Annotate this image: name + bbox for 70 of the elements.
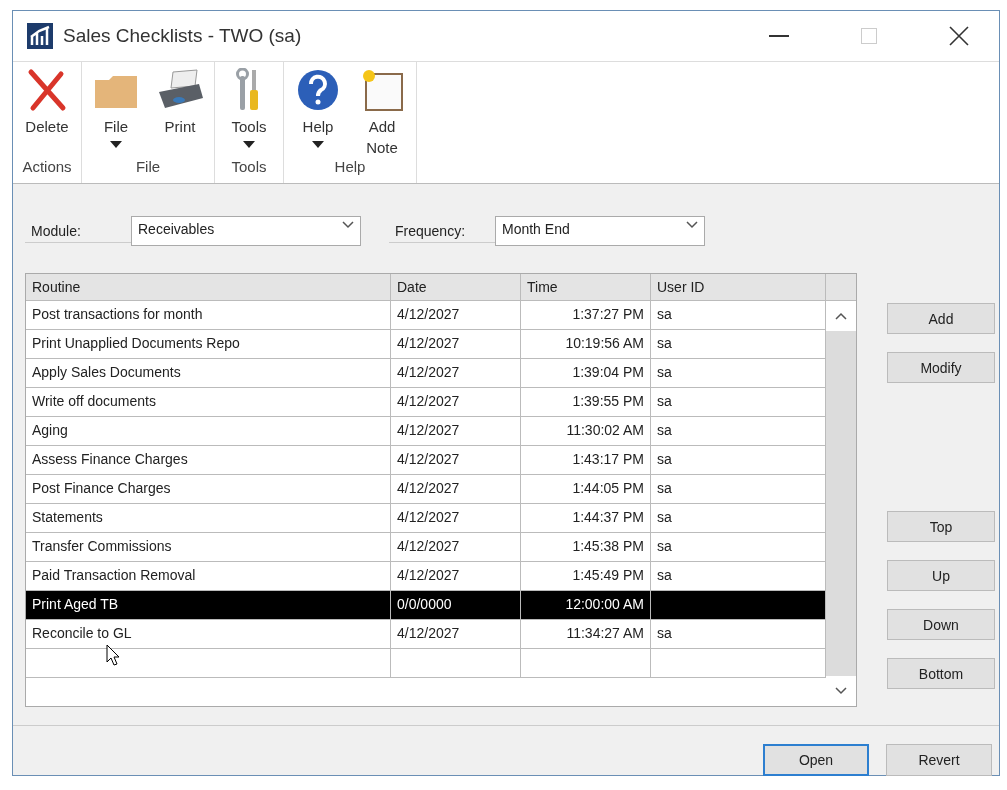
x-icon [27, 68, 67, 112]
help-icon [296, 68, 340, 112]
table-cell: Paid Transaction Removal [26, 562, 391, 590]
side-button[interactable]: Top [887, 511, 995, 542]
chevron-down-icon[interactable] [835, 687, 847, 695]
table-cell: 4/12/2027 [391, 533, 521, 561]
side-button[interactable]: Up [887, 560, 995, 591]
group-label: Actions [21, 158, 73, 177]
scrollbar[interactable] [826, 301, 856, 706]
side-button[interactable]: Down [887, 609, 995, 640]
table-cell: 10:19:56 AM [521, 330, 651, 358]
window-title: Sales Checklists - TWO (sa) [63, 25, 303, 47]
table-cell: Print Unapplied Documents Repo [26, 330, 391, 358]
group-label: Help [333, 158, 367, 177]
side-button[interactable]: Add [887, 303, 995, 334]
table-cell: Post Finance Charges [26, 475, 391, 503]
note-icon [360, 68, 404, 112]
scroll-up-icon[interactable] [835, 312, 847, 320]
table-cell: 11:30:02 AM [521, 417, 651, 445]
column-header[interactable]: Time [521, 274, 651, 300]
group-label: File [134, 158, 162, 177]
table-cell: 1:44:37 PM [521, 504, 651, 532]
dropdown-field[interactable]: Month End [495, 216, 705, 246]
table-cell: Write off documents [26, 388, 391, 416]
table-cell: 4/12/2027 [391, 417, 521, 445]
table-cell: 11:34:27 AM [521, 620, 651, 648]
table-cell: 1:44:05 PM [521, 475, 651, 503]
dropdown-field[interactable]: Receivables [131, 216, 361, 246]
table-cell: 1:39:04 PM [521, 359, 651, 387]
table-cell: 4/12/2027 [391, 388, 521, 416]
footer-button[interactable]: Open [763, 744, 869, 776]
table-cell: Aging [26, 417, 391, 445]
table-cell: 4/12/2027 [391, 475, 521, 503]
table-cell: 1:39:55 PM [521, 388, 651, 416]
footer-button[interactable]: Revert [886, 744, 992, 776]
side-button[interactable]: Bottom [887, 658, 995, 689]
table-cell: 1:45:38 PM [521, 533, 651, 561]
table-cell: Print Aged TB [26, 591, 391, 619]
ribbon-button[interactable]: Tools [221, 68, 277, 158]
ribbon-button[interactable]: Print [152, 68, 208, 158]
table-cell: 4/12/2027 [391, 620, 521, 648]
chevron-down-icon[interactable] [686, 221, 698, 229]
table-cell: 1:37:27 PM [521, 301, 651, 329]
chevron-down-icon[interactable] [342, 221, 354, 229]
ribbon-button[interactable]: File [88, 68, 144, 158]
ribbon-button[interactable]: Help [290, 68, 346, 158]
ribbon-button[interactable]: Add Note [354, 68, 410, 158]
table-cell: Statements [26, 504, 391, 532]
table-cell: 0/0/0000 [391, 591, 521, 619]
table-cell: Post transactions for month [26, 301, 391, 329]
table-cell: Assess Finance Charges [26, 446, 391, 474]
table-cell: Apply Sales Documents [26, 359, 391, 387]
table-cell: 4/12/2027 [391, 446, 521, 474]
table-cell: 4/12/2027 [391, 562, 521, 590]
column-header[interactable]: Routine [26, 274, 391, 300]
side-button[interactable]: Modify [887, 352, 995, 383]
group-label: Tools [230, 158, 268, 177]
table-cell: 4/12/2027 [391, 330, 521, 358]
table-cell: 1:43:17 PM [521, 446, 651, 474]
column-header[interactable]: User ID [651, 274, 826, 300]
close-icon[interactable] [949, 26, 969, 46]
table-cell: 4/12/2027 [391, 359, 521, 387]
table-cell: 12:00:00 AM [521, 591, 651, 619]
table-cell: 4/12/2027 [391, 504, 521, 532]
column-header[interactable]: Date [391, 274, 521, 300]
ribbon-button[interactable]: Delete [19, 68, 75, 158]
table-cell: 1:45:49 PM [521, 562, 651, 590]
table-cell: Transfer Commissions [26, 533, 391, 561]
chart-app-icon [27, 23, 53, 49]
table-cell: 4/12/2027 [391, 301, 521, 329]
